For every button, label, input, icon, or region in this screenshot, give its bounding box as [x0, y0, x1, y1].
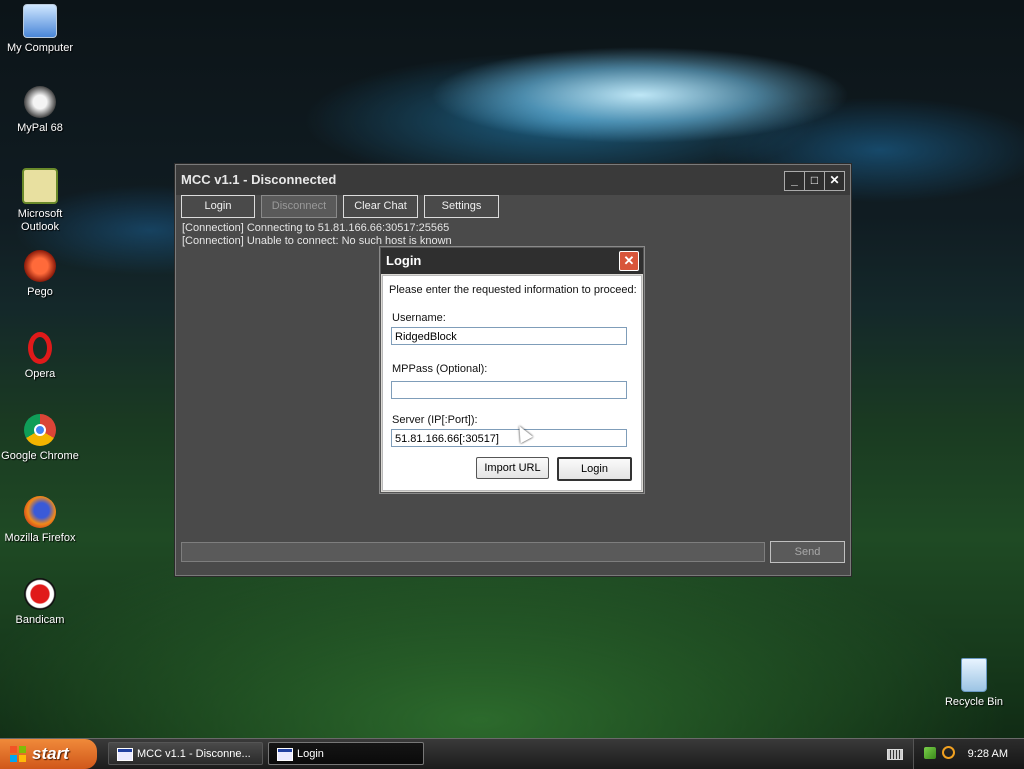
- start-label: start: [32, 744, 69, 763]
- chrome-icon: [24, 414, 56, 446]
- chat-log: [Connection] Connecting to 51.81.166.66:…: [182, 222, 452, 248]
- windows-flag-icon: [10, 746, 26, 762]
- desktop-icon-label: Recycle Bin: [944, 696, 1004, 708]
- desktop-icon-opera[interactable]: Opera: [0, 332, 80, 381]
- keyboard-icon[interactable]: [887, 749, 903, 760]
- login-button[interactable]: Login: [181, 195, 255, 218]
- username-label: Username:: [392, 312, 446, 324]
- firefox-icon: [24, 496, 56, 528]
- clock[interactable]: 9:28 AM: [968, 739, 1008, 769]
- login-dialog-titlebar[interactable]: Login ✕: [381, 248, 643, 274]
- minimize-button[interactable]: _: [784, 171, 805, 191]
- dialog-close-button[interactable]: ✕: [619, 251, 639, 271]
- my-computer-icon: [23, 4, 57, 38]
- system-tray: 9:28 AM: [913, 739, 1024, 769]
- window-icon: [117, 748, 133, 761]
- mppass-label: MPPass (Optional):: [392, 363, 488, 375]
- desktop-icon-firefox[interactable]: Mozilla Firefox: [0, 496, 80, 545]
- clear-chat-button[interactable]: Clear Chat: [343, 195, 418, 218]
- taskbar-item-login[interactable]: Login: [268, 742, 424, 765]
- pego-icon: [24, 250, 56, 282]
- login-dialog-title: Login: [386, 253, 422, 268]
- server-input[interactable]: 51.81.166.66[:30517]: [391, 429, 627, 447]
- taskbar-item-label: Login: [297, 748, 324, 760]
- settings-button[interactable]: Settings: [424, 195, 499, 218]
- opera-icon: [28, 332, 52, 364]
- recycle-bin-icon: [961, 658, 987, 692]
- desktop-icon-pego[interactable]: Pego: [0, 250, 80, 299]
- network-icon[interactable]: [924, 747, 936, 759]
- login-dialog-body: Please enter the requested information t…: [382, 275, 642, 491]
- taskbar-item-label: MCC v1.1 - Disconne...: [137, 748, 251, 760]
- import-url-button[interactable]: Import URL: [476, 457, 549, 479]
- desktop-icon-label: Microsoft Outlook: [17, 208, 63, 233]
- desktop-icon-label: Google Chrome: [1, 450, 79, 462]
- desktop-icon-label: Bandicam: [15, 614, 65, 626]
- start-button[interactable]: start: [0, 739, 97, 769]
- desktop-icon-label: My Computer: [6, 42, 74, 54]
- desktop-icon-mypal[interactable]: MyPal 68: [0, 86, 80, 135]
- window-icon: [277, 748, 293, 761]
- disconnect-button[interactable]: Disconnect: [261, 195, 337, 218]
- desktop-icon-label: Opera: [24, 368, 56, 380]
- mcc-window-title: MCC v1.1 - Disconnected: [181, 172, 337, 187]
- mypal-icon: [24, 86, 56, 118]
- desktop-icon-label: MyPal 68: [17, 122, 63, 134]
- desktop-icon-outlook[interactable]: Microsoft Outlook: [0, 168, 80, 234]
- desktop-icon-label: Pego: [27, 286, 53, 298]
- login-dialog: Login ✕ Please enter the requested infor…: [380, 247, 644, 493]
- maximize-button[interactable]: □: [804, 171, 825, 191]
- chat-input[interactable]: [181, 542, 765, 562]
- close-button[interactable]: ✕: [824, 171, 845, 191]
- username-input[interactable]: RidgedBlock: [391, 327, 627, 345]
- desktop-icon-label: Mozilla Firefox: [4, 532, 76, 544]
- desktop-icon-bandicam[interactable]: Bandicam: [0, 578, 80, 627]
- server-label: Server (IP[:Port]):: [392, 414, 478, 426]
- send-button[interactable]: Send: [770, 541, 845, 563]
- taskbar-item-mcc[interactable]: MCC v1.1 - Disconne...: [108, 742, 263, 765]
- mcc-titlebar[interactable]: MCC v1.1 - Disconnected _ □ ✕: [176, 165, 850, 195]
- login-prompt: Please enter the requested information t…: [389, 284, 637, 296]
- desktop-icon-my-computer[interactable]: My Computer: [0, 4, 80, 55]
- search-icon[interactable]: [942, 746, 955, 759]
- outlook-icon: [22, 168, 58, 204]
- mppass-input[interactable]: [391, 381, 627, 399]
- bandicam-icon: [24, 578, 56, 610]
- desktop-icon-recycle-bin[interactable]: Recycle Bin: [934, 658, 1014, 709]
- taskbar: start MCC v1.1 - Disconne... Login 9:28 …: [0, 738, 1024, 769]
- desktop-icon-chrome[interactable]: Google Chrome: [0, 414, 80, 463]
- log-line: [Connection] Connecting to 51.81.166.66:…: [182, 222, 450, 234]
- dialog-login-button[interactable]: Login: [557, 457, 632, 481]
